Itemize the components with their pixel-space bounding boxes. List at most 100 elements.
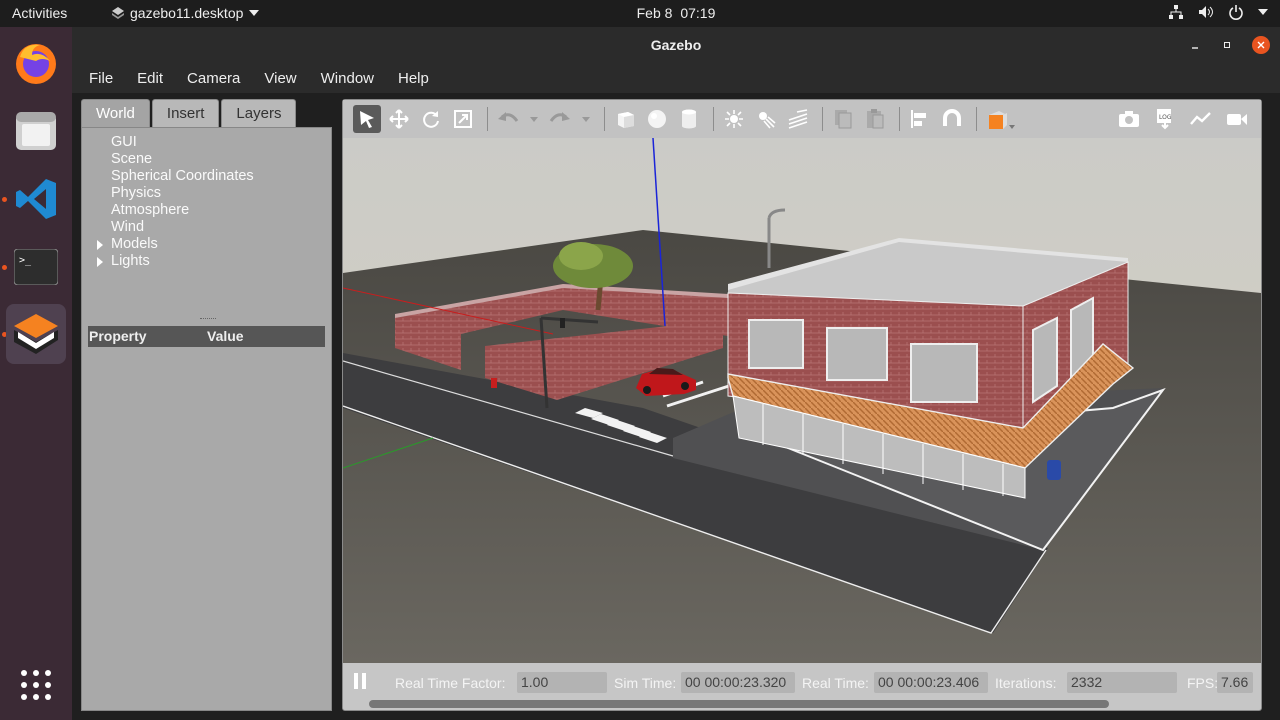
maximize-button[interactable] — [1218, 36, 1236, 54]
insert-box-button[interactable] — [611, 105, 639, 133]
chevron-down-icon — [530, 116, 538, 122]
view-angle-button[interactable] — [983, 105, 1017, 133]
real-time-factor-value: 1.00 — [517, 672, 607, 693]
app-grid-icon — [21, 670, 51, 700]
title-bar[interactable]: Gazebo — [72, 27, 1280, 63]
sim-time-label: Sim Time: — [614, 675, 677, 691]
tree-item-label: Models — [111, 236, 158, 252]
dock: >_ — [0, 27, 72, 720]
redo-button[interactable] — [546, 105, 574, 133]
tree-item-physics[interactable]: Physics — [111, 185, 161, 201]
record-video-button[interactable] — [1223, 105, 1251, 133]
vscode-icon — [16, 179, 56, 219]
menu-edit[interactable]: Edit — [132, 70, 168, 87]
menu-bar: File Edit Camera View Window Help — [72, 63, 1280, 93]
undo-history-button[interactable] — [526, 105, 542, 133]
world-tree: GUI Scene Spherical Coordinates Physics … — [81, 127, 332, 711]
render-toolbar: LOG — [343, 100, 1261, 138]
gazebo-window: Gazebo File Edit Camera View Window Help… — [72, 27, 1280, 720]
undo-button[interactable] — [494, 105, 522, 133]
real-time-value: 00 00:00:23.406 — [874, 672, 988, 693]
log-button[interactable]: LOG — [1151, 105, 1179, 133]
close-button[interactable] — [1252, 36, 1270, 54]
system-tray[interactable] — [1168, 4, 1268, 20]
insert-point-light-button[interactable] — [720, 105, 748, 133]
panel-splitter[interactable] — [200, 318, 216, 320]
tree-item-wind[interactable]: Wind — [111, 219, 144, 235]
iterations-value: 2332 — [1067, 672, 1177, 693]
tab-insert[interactable]: Insert — [151, 99, 220, 127]
scale-icon — [454, 110, 472, 128]
camera-icon — [1119, 111, 1139, 127]
insert-spot-light-button[interactable] — [752, 105, 780, 133]
redo-history-button[interactable] — [578, 105, 594, 133]
ubuntu-top-bar: Activities gazebo11.desktop Feb 8 07:19 — [0, 0, 1280, 27]
real-time-label: Real Time: — [802, 675, 869, 691]
world-panel: World Insert Layers GUI Scene Spherical … — [81, 99, 332, 711]
expand-arrow-icon[interactable] — [97, 257, 103, 267]
paste-button[interactable] — [861, 105, 889, 133]
copy-button[interactable] — [829, 105, 857, 133]
volume-icon — [1199, 6, 1213, 18]
power-icon — [1229, 5, 1243, 20]
menu-view[interactable]: View — [259, 70, 301, 87]
redo-icon — [549, 112, 570, 122]
panel-tabs: World Insert Layers — [81, 99, 332, 127]
sphere-icon — [648, 110, 666, 128]
scale-mode-button[interactable] — [449, 105, 477, 133]
tree-item-lights[interactable]: Lights — [97, 253, 150, 269]
dock-show-apps[interactable] — [6, 655, 66, 715]
translate-mode-button[interactable] — [385, 105, 413, 133]
property-table-header: Property Value — [88, 326, 325, 347]
screenshot-button[interactable] — [1115, 105, 1143, 133]
svg-text:>_: >_ — [19, 255, 32, 266]
copy-icon — [835, 110, 852, 129]
plot-button[interactable] — [1187, 105, 1215, 133]
real-time-factor-label: Real Time Factor: — [395, 675, 506, 691]
menu-help[interactable]: Help — [393, 70, 434, 87]
render-panel: LOG Real Time Factor: 1.00 Sim Time: 00 … — [342, 99, 1262, 711]
arrow-cursor-icon — [360, 111, 374, 128]
minimize-button[interactable] — [1186, 36, 1204, 54]
horizontal-scrollbar[interactable] — [369, 700, 1109, 708]
align-button[interactable] — [906, 105, 934, 133]
snap-button[interactable] — [938, 105, 966, 133]
toolbar-separator — [822, 107, 823, 131]
insert-sphere-button[interactable] — [643, 105, 671, 133]
cylinder-icon — [682, 109, 696, 129]
tree-item-atmosphere[interactable]: Atmosphere — [111, 202, 189, 218]
rotate-mode-button[interactable] — [417, 105, 445, 133]
insert-cylinder-button[interactable] — [675, 105, 703, 133]
files-icon — [16, 112, 56, 150]
3d-viewport[interactable] — [343, 138, 1261, 663]
restore-icon — [1224, 42, 1230, 48]
tree-item-models[interactable]: Models — [97, 236, 158, 252]
log-icon: LOG — [1157, 109, 1172, 130]
insert-directional-light-button[interactable] — [784, 105, 812, 133]
clock[interactable]: Feb 8 07:19 — [0, 5, 1280, 21]
dock-files[interactable] — [6, 101, 66, 161]
tab-world[interactable]: World — [81, 99, 150, 127]
select-mode-button[interactable] — [353, 105, 381, 133]
dock-vscode[interactable] — [6, 169, 66, 229]
menu-window[interactable]: Window — [316, 70, 379, 87]
chevron-down-icon — [582, 116, 590, 122]
status-bar: Real Time Factor: 1.00 Sim Time: 00 00:0… — [343, 663, 1261, 708]
dock-firefox[interactable] — [6, 33, 66, 93]
menu-file[interactable]: File — [84, 70, 118, 87]
menu-camera[interactable]: Camera — [182, 70, 245, 87]
tree-item-scene[interactable]: Scene — [111, 151, 152, 167]
pause-button[interactable] — [353, 673, 367, 692]
toolbar-separator — [713, 107, 714, 131]
directional-light-icon — [788, 109, 808, 129]
tree-item-gui[interactable]: GUI — [111, 134, 137, 150]
scene-render — [343, 138, 1261, 663]
tree-item-spherical-coordinates[interactable]: Spherical Coordinates — [111, 168, 254, 184]
spot-light-icon — [759, 112, 776, 129]
tab-layers[interactable]: Layers — [221, 99, 297, 127]
toolbar-separator — [899, 107, 900, 131]
dock-terminal[interactable]: >_ — [6, 237, 66, 297]
expand-arrow-icon[interactable] — [97, 240, 103, 250]
box-icon — [618, 112, 634, 128]
dock-gazebo[interactable] — [6, 304, 66, 364]
